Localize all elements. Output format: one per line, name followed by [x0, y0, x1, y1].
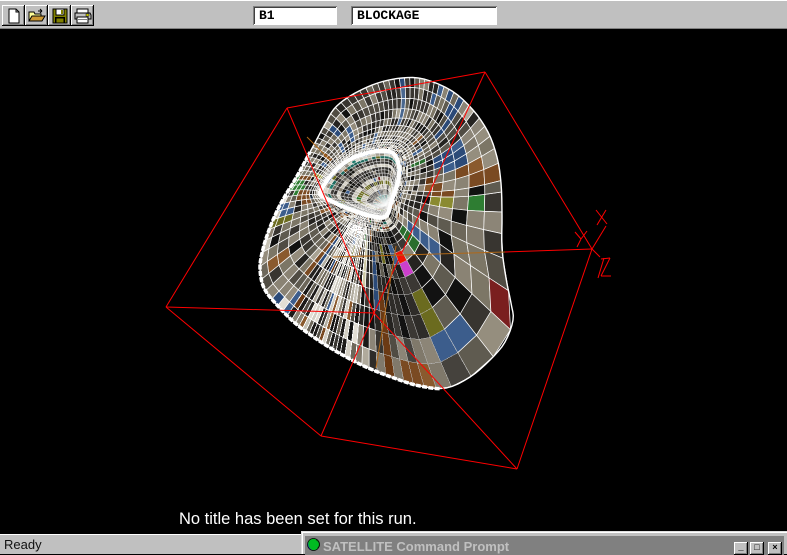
svg-text:No title has been set for this: No title has been set for this run.	[179, 510, 417, 528]
